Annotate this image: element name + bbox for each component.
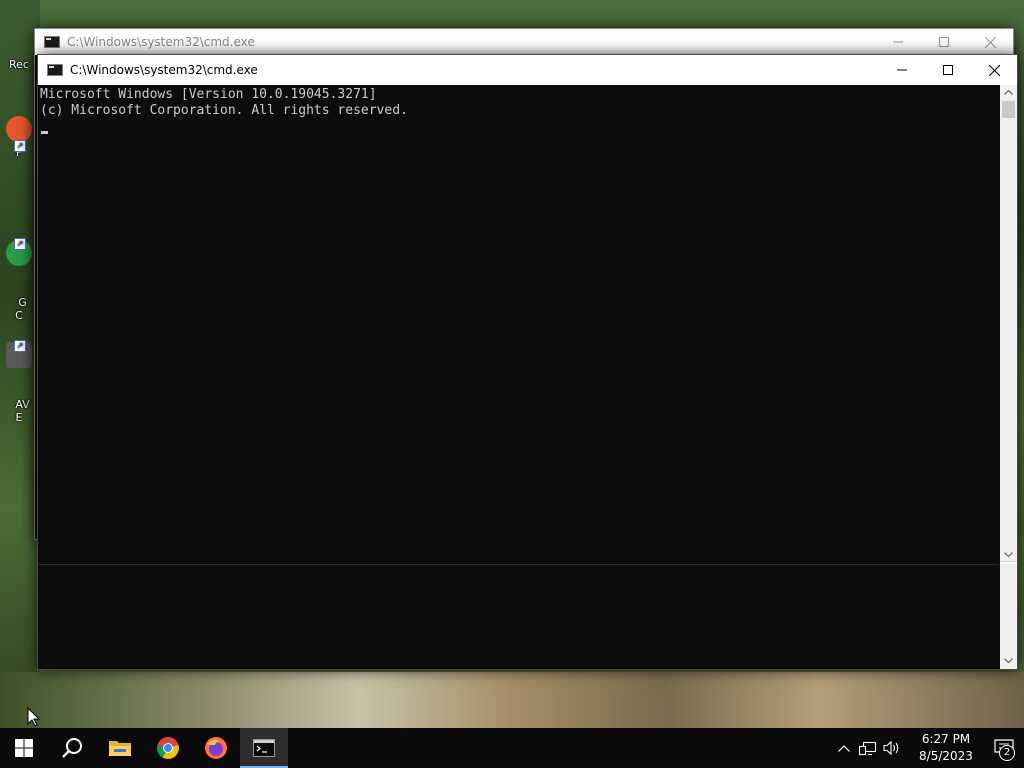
scroll-down-button[interactable] — [1000, 547, 1017, 562]
taskbar-firefox[interactable] — [192, 728, 240, 768]
vertical-scrollbar[interactable] — [1000, 85, 1017, 669]
maximize-button[interactable] — [925, 55, 971, 85]
volume-button[interactable] — [880, 728, 904, 768]
shortcut-arrow-icon: ↗ — [14, 238, 26, 250]
taskbar-file-explorer[interactable] — [96, 728, 144, 768]
scroll-up-button[interactable] — [1000, 85, 1017, 100]
clock-time: 6:27 PM — [921, 732, 971, 746]
volume-icon — [883, 740, 899, 756]
shortcut-arrow-icon: ↗ — [14, 340, 26, 352]
close-icon — [988, 64, 1000, 76]
minimize-icon — [893, 41, 903, 43]
show-hidden-icons-button[interactable] — [832, 728, 856, 768]
desktop-icon-label: AV E — [15, 398, 30, 424]
maximize-button[interactable] — [921, 29, 967, 55]
cmd-icon — [253, 739, 275, 757]
window-title: C:\Windows\system32\cmd.exe — [70, 63, 258, 77]
notification-count: 2 — [999, 745, 1015, 761]
clock-date: 8/5/2023 — [919, 749, 973, 763]
title-bar[interactable]: C:\Windows\system32\cmd.exe — [38, 55, 1017, 85]
console-line: (c) Microsoft Corporation. All rights re… — [40, 103, 408, 118]
cmd-window[interactable]: C:\Windows\system32\cmd.exe Microsoft Wi… — [37, 54, 1018, 670]
maximize-icon — [943, 65, 953, 75]
chevron-down-icon — [1004, 658, 1013, 663]
close-button[interactable] — [971, 55, 1017, 85]
scroll-thumb[interactable] — [1002, 101, 1015, 118]
mouse-pointer-icon — [27, 707, 40, 727]
shortcut-arrow-icon: ↗ — [14, 140, 26, 152]
action-center-button[interactable]: 2 — [984, 728, 1024, 768]
scroll-down-button-lower[interactable] — [1000, 653, 1017, 668]
desktop-icon-2[interactable]: ↗ F — [4, 116, 34, 159]
app-shortcut-icon — [6, 116, 32, 142]
desktop-icon-recycle-bin[interactable]: Rec — [4, 58, 34, 71]
firefox-icon — [205, 737, 227, 759]
close-button[interactable] — [967, 29, 1013, 55]
chevron-down-icon — [1004, 552, 1013, 557]
chevron-up-icon — [838, 744, 850, 752]
network-icon — [859, 741, 877, 756]
desktop-wallpaper-bottom — [0, 672, 1024, 728]
title-bar[interactable]: C:\Windows\system32\cmd.exe — [35, 29, 1013, 55]
network-button[interactable] — [856, 728, 880, 768]
minimize-button[interactable] — [879, 55, 925, 85]
window-title: C:\Windows\system32\cmd.exe — [67, 35, 255, 49]
taskbar-cmd[interactable] — [240, 728, 288, 768]
folder-icon — [109, 741, 131, 756]
close-icon — [984, 36, 996, 48]
search-icon — [62, 738, 82, 758]
windows-logo-icon — [15, 739, 33, 757]
clock[interactable]: 6:27 PM 8/5/2023 — [908, 731, 984, 765]
taskbar-chrome[interactable] — [144, 728, 192, 768]
console-lower-pane[interactable] — [38, 564, 999, 669]
cmd-icon — [44, 36, 60, 48]
minimize-icon — [897, 69, 907, 71]
cmd-icon — [47, 64, 63, 76]
start-button[interactable] — [0, 728, 48, 768]
minimize-button[interactable] — [875, 29, 921, 55]
desktop-icon-4[interactable]: ↗ AV E — [4, 316, 34, 424]
scrollbar-separator — [1000, 561, 1017, 564]
taskbar: 6:27 PM 8/5/2023 2 — [0, 728, 1024, 768]
system-tray: 6:27 PM 8/5/2023 2 — [832, 728, 1024, 768]
text-cursor — [41, 131, 48, 134]
search-button[interactable] — [48, 728, 96, 768]
console-line: Microsoft Windows [Version 10.0.19045.32… — [40, 87, 377, 102]
desktop-icon-label: Rec — [9, 58, 29, 71]
chrome-icon — [157, 737, 179, 759]
maximize-icon — [939, 37, 949, 47]
desktop-icon-3[interactable]: ↗ G C — [4, 214, 34, 322]
console-output[interactable]: Microsoft Windows [Version 10.0.19045.32… — [38, 85, 999, 563]
chevron-up-icon — [1004, 90, 1013, 95]
